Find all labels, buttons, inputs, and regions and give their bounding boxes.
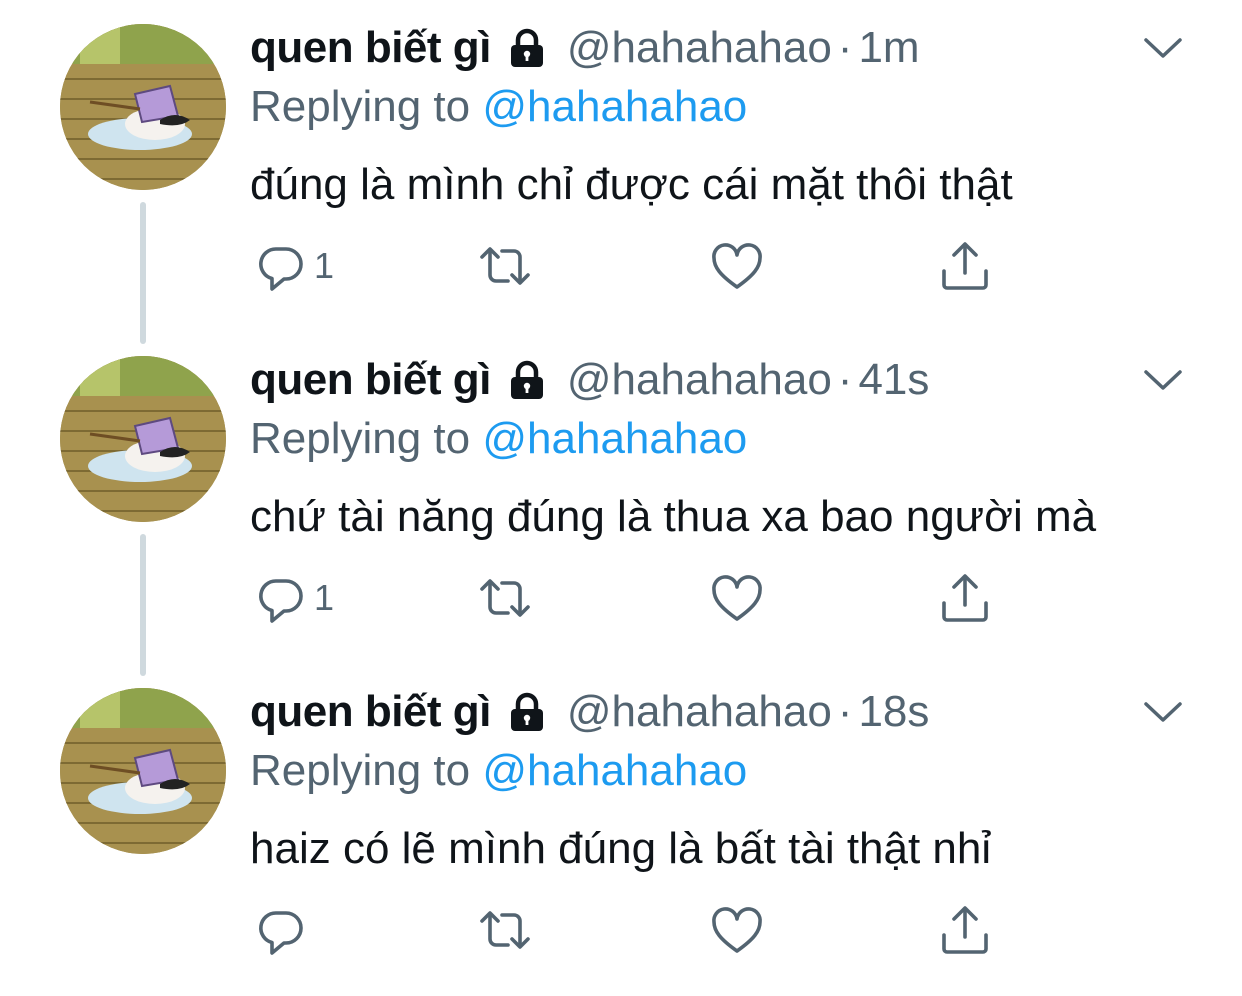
like-icon — [712, 907, 762, 953]
thread-line — [140, 202, 146, 344]
display-name[interactable]: quen biết gì — [250, 23, 491, 73]
like-button[interactable] — [710, 568, 764, 628]
share-button[interactable] — [938, 900, 992, 960]
tweet-text: đúng là mình chỉ được cái mặt thôi thật — [250, 160, 1013, 209]
like-button[interactable] — [710, 900, 764, 960]
display-name[interactable]: quen biết gì — [250, 687, 491, 737]
lock-icon — [505, 26, 549, 70]
tweet-header: quen biết gì @hahahahao · 1m — [250, 18, 920, 78]
reply-button[interactable] — [254, 900, 314, 960]
replying-prefix: Replying to — [250, 414, 483, 463]
avatar-image — [60, 356, 226, 522]
avatar[interactable] — [60, 356, 226, 522]
separator-dot: · — [837, 23, 853, 72]
lock-icon — [505, 358, 549, 402]
share-button[interactable] — [938, 236, 992, 296]
like-button[interactable] — [710, 236, 764, 296]
reply-button[interactable]: 1 — [254, 568, 334, 628]
display-name[interactable]: quen biết gì — [250, 355, 491, 405]
retweet-button[interactable] — [478, 568, 532, 628]
retweet-button[interactable] — [478, 236, 532, 296]
chevron-down-icon[interactable] — [1140, 28, 1186, 68]
mention-link[interactable]: @hahahahao — [482, 82, 747, 131]
avatar-image — [60, 688, 226, 854]
handle[interactable]: @hahahahao — [567, 355, 832, 405]
tweet-header: quen biết gì @hahahahao · 41s — [250, 350, 929, 410]
share-button[interactable] — [938, 568, 992, 628]
replying-to: Replying to @hahahahao — [250, 746, 747, 796]
timestamp[interactable]: 41s — [858, 355, 929, 405]
retweet-icon — [480, 911, 530, 949]
handle[interactable]: @hahahahao — [567, 687, 832, 737]
replying-prefix: Replying to — [250, 82, 483, 131]
reply-icon — [259, 911, 303, 955]
like-icon — [712, 575, 762, 621]
reply-button[interactable]: 1 — [254, 236, 334, 296]
mention-link[interactable]: @hahahahao — [482, 746, 747, 795]
chevron-down-icon[interactable] — [1140, 360, 1186, 400]
tweet-text: chứ tài năng đúng là thua xa bao người m… — [250, 492, 1097, 541]
avatar-image — [60, 24, 226, 190]
handle[interactable]: @hahahahao — [567, 23, 832, 73]
retweet-icon — [480, 579, 530, 617]
avatar[interactable] — [60, 24, 226, 190]
share-icon — [942, 574, 988, 622]
tweet[interactable]: quen biết gì @hahahahao · 1m Replying to… — [0, 0, 1242, 344]
separator-dot: · — [837, 687, 853, 736]
reply-count: 1 — [314, 245, 335, 286]
chevron-down-icon[interactable] — [1140, 692, 1186, 732]
tweet-text: haiz có lẽ mình đúng là bất tài thật nhỉ — [250, 824, 992, 873]
share-icon — [942, 242, 988, 290]
thread-line — [140, 534, 146, 676]
share-icon — [942, 906, 988, 954]
tweet-actions: 1 — [250, 568, 1050, 628]
replying-to: Replying to @hahahahao — [250, 82, 747, 132]
tweet-actions — [250, 900, 1050, 960]
lock-icon — [505, 690, 549, 734]
retweet-button[interactable] — [478, 900, 532, 960]
separator-dot: · — [837, 355, 853, 404]
avatar[interactable] — [60, 688, 226, 854]
like-icon — [712, 243, 762, 289]
reply-count: 1 — [314, 577, 335, 618]
mention-link[interactable]: @hahahahao — [482, 414, 747, 463]
tweet-actions: 1 — [250, 236, 1050, 296]
reply-icon — [259, 579, 303, 623]
tweet[interactable]: quen biết gì @hahahahao · 41s Replying t… — [0, 332, 1242, 676]
tweet-header: quen biết gì @hahahahao · 18s — [250, 682, 929, 742]
tweet[interactable]: quen biết gì @hahahahao · 18s Replying t… — [0, 664, 1242, 996]
reply-icon — [259, 247, 303, 291]
replying-to: Replying to @hahahahao — [250, 414, 747, 464]
timestamp[interactable]: 1m — [858, 23, 919, 73]
timestamp[interactable]: 18s — [858, 687, 929, 737]
replying-prefix: Replying to — [250, 746, 483, 795]
retweet-icon — [480, 247, 530, 285]
